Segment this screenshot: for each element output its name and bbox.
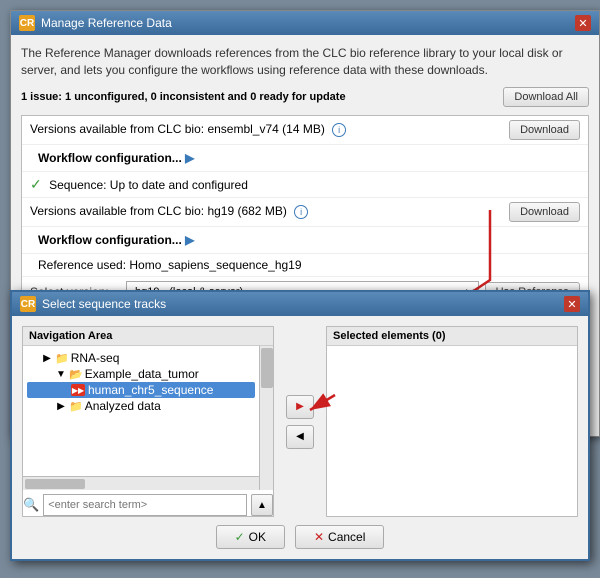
info-text: The Reference Manager downloads referenc… (21, 45, 589, 79)
section2-version-value: hg19 (682 MB) (207, 204, 286, 218)
search-icon: 🔍 (23, 497, 39, 513)
section1-info-icon[interactable]: i (332, 123, 346, 137)
search-options-button[interactable]: ▲ (251, 494, 273, 516)
section2-version-label: Versions available from CLC bio: (30, 204, 204, 218)
section2-workflow-label: Workflow configuration... ▶ (38, 233, 194, 247)
section2-version-row: Versions available from CLC bio: hg19 (6… (22, 198, 588, 227)
folder-icon-rna: 📁 (55, 352, 69, 365)
tree-expand-rna: ▶ (41, 352, 53, 364)
tree-label-example: Example_data_tumor (85, 367, 199, 381)
sub-title-text: Select sequence tracks (42, 297, 166, 311)
sub-btn-row: ✓ OK ✕ Cancel (22, 525, 578, 549)
main-title-icon: CR (19, 15, 35, 31)
selected-elements-header: Selected elements (0) (327, 327, 577, 346)
tree-item-human-chr5[interactable]: ▶▶ human_chr5_sequence (27, 382, 255, 398)
scrollbar-h-thumb (25, 479, 85, 489)
tree-item-rna[interactable]: ▶ 📁 RNA-seq (27, 350, 255, 366)
download-all-button[interactable]: Download All (503, 87, 589, 107)
x-cancel-icon: ✕ (314, 530, 324, 544)
section2-workflow-row: Workflow configuration... ▶ (22, 227, 588, 254)
folder-icon-analyzed: 📁 (69, 400, 83, 413)
section1-workflow-row: Workflow configuration... ▶ (22, 145, 588, 172)
section2-info-icon[interactable]: i (294, 205, 308, 219)
section2-reference-label: Reference used: Homo_sapiens_sequence_hg… (38, 258, 302, 272)
main-title-bar: CR Manage Reference Data ✕ (11, 11, 599, 35)
section2-reference-row: Reference used: Homo_sapiens_sequence_hg… (22, 254, 588, 277)
check-icon: ✓ (30, 176, 42, 192)
section1-sequence-row: ✓ Sequence: Up to date and configured (22, 172, 588, 198)
nav-tree-wrap: ▶ 📁 RNA-seq ▼ 📂 Example_data_tumor ▶▶ (23, 346, 259, 490)
folder-icon-example: 📂 (69, 368, 83, 381)
sub-close-button[interactable]: ✕ (564, 296, 580, 312)
issues-bar: 1 issue: 1 unconfigured, 0 inconsistent … (21, 87, 589, 107)
sub-dialog-body: Navigation Area ▶ 📁 RNA-seq ▼ (12, 316, 588, 559)
ok-label: OK (249, 530, 266, 544)
section1-version-value: ensembl_v74 (14 MB) (207, 122, 324, 136)
main-title-text: Manage Reference Data (41, 16, 172, 30)
tree-label-human-chr5: human_chr5_sequence (88, 383, 213, 397)
sub-dialog: CR Select sequence tracks ✕ Navigation A… (10, 290, 590, 561)
scrollbar-thumb (261, 348, 273, 388)
section1-workflow-label: Workflow configuration... ▶ (38, 151, 194, 165)
section1-sequence: ✓ Sequence: Up to date and configured (30, 176, 248, 193)
sub-panels-container: Navigation Area ▶ 📁 RNA-seq ▼ (22, 326, 578, 517)
nav-panel: Navigation Area ▶ 📁 RNA-seq ▼ (22, 326, 274, 517)
cancel-label: Cancel (328, 530, 365, 544)
nav-tree: ▶ 📁 RNA-seq ▼ 📂 Example_data_tumor ▶▶ (23, 346, 259, 476)
tree-label-analyzed: Analyzed data (85, 399, 161, 413)
tree-item-example[interactable]: ▼ 📂 Example_data_tumor (27, 366, 255, 382)
section2-download-button[interactable]: Download (509, 202, 580, 222)
selected-panel: Selected elements (0) (326, 326, 578, 517)
title-bar-left: CR Manage Reference Data (19, 15, 172, 31)
section1-version-label: Versions available from CLC bio: (30, 122, 204, 136)
section1-sequence-label: Sequence: Up to date and configured (49, 178, 248, 192)
cancel-button[interactable]: ✕ Cancel (295, 525, 384, 549)
remove-from-selected-button[interactable]: ◀ (286, 425, 314, 449)
search-input[interactable] (43, 494, 247, 516)
issues-text: 1 issue: 1 unconfigured, 0 inconsistent … (21, 91, 346, 103)
arrow-panel: ▶ ◀ (282, 326, 318, 517)
nav-area-header: Navigation Area (23, 327, 273, 346)
seq-icon: ▶▶ (71, 384, 85, 396)
scrollbar-v[interactable] (259, 346, 273, 490)
scrollbar-h[interactable] (23, 476, 259, 490)
tree-label-rna: RNA-seq (71, 351, 120, 365)
section2-version-left: Versions available from CLC bio: hg19 (6… (30, 204, 509, 219)
nav-panel-inner: ▶ 📁 RNA-seq ▼ 📂 Example_data_tumor ▶▶ (23, 346, 273, 490)
section1-version-left: Versions available from CLC bio: ensembl… (30, 122, 509, 137)
check-ok-icon: ✓ (235, 530, 245, 544)
tree-item-analyzed[interactable]: ▶ 📁 Analyzed data (27, 398, 255, 414)
search-row: 🔍 ▲ (23, 490, 273, 516)
section1-download-button[interactable]: Download (509, 120, 580, 140)
sub-title-bar: CR Select sequence tracks ✕ (12, 292, 588, 316)
sub-title-icon: CR (20, 296, 36, 312)
ok-button[interactable]: ✓ OK (216, 525, 285, 549)
add-to-selected-button[interactable]: ▶ (286, 395, 314, 419)
tree-expand-analyzed: ▶ (55, 400, 67, 412)
main-close-button[interactable]: ✕ (575, 15, 591, 31)
section1-version-row: Versions available from CLC bio: ensembl… (22, 116, 588, 145)
tree-expand-example: ▼ (55, 368, 67, 380)
